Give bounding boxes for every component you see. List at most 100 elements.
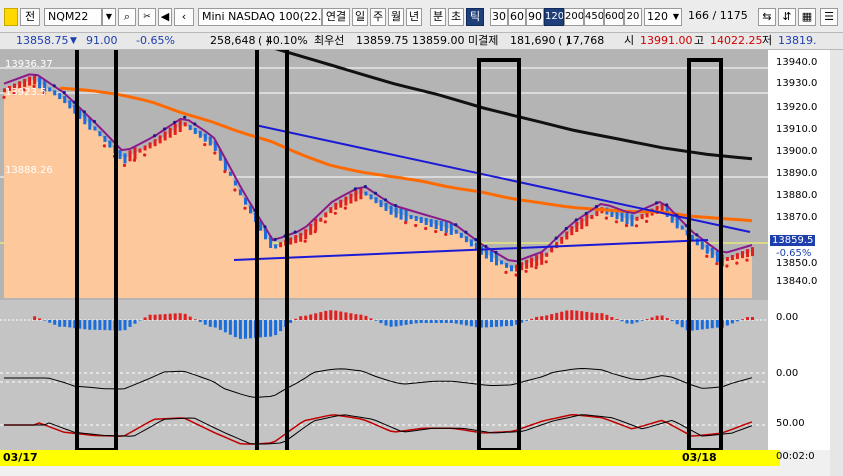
bar-count-total: 1175: [719, 9, 748, 22]
price-bar: [334, 202, 338, 210]
tab-button[interactable]: 전: [20, 8, 40, 26]
price-bar: [725, 257, 729, 261]
symbol-input[interactable]: NQM22: [44, 8, 102, 26]
price-bar: [118, 150, 122, 159]
macd-bar: [535, 316, 539, 320]
date-label: 03/18: [682, 451, 717, 464]
interval-600[interactable]: 600: [604, 8, 624, 26]
price-bar: [490, 251, 493, 262]
axis-label: 13910.0: [776, 124, 818, 135]
interval-20[interactable]: 20: [624, 8, 642, 26]
macd-bar: [359, 314, 363, 320]
macd-bar: [329, 310, 333, 320]
sar-dot: [394, 204, 398, 208]
axis-label: 13870.0: [776, 212, 818, 223]
price-bar: [680, 225, 684, 230]
price-bar: [746, 249, 749, 258]
interval-60[interactable]: 60: [508, 8, 526, 26]
macd-bar: [429, 320, 433, 323]
tab-year[interactable]: 년: [406, 8, 422, 26]
chart-area[interactable]: 13940.0 13930.0 13920.0 13910.0 13900.0 …: [0, 50, 843, 476]
date-label: 03/17: [3, 451, 38, 464]
price-bar: [459, 232, 463, 238]
sar-dot: [584, 211, 588, 215]
sar-dot: [92, 119, 96, 124]
high-price: 14022.25: [710, 34, 763, 47]
price-bar: [630, 214, 634, 227]
open-label: 시: [624, 34, 635, 47]
price-bar: [585, 214, 589, 227]
interval-120[interactable]: 120: [544, 8, 564, 26]
interval-450[interactable]: 450: [584, 8, 604, 26]
grid-icon[interactable]: ▦: [798, 8, 816, 26]
macd-bar: [138, 320, 142, 321]
tools-icon[interactable]: ✂: [138, 8, 156, 26]
price-bar: [183, 122, 187, 127]
price-bar: [63, 96, 67, 104]
interval-30[interactable]: 30: [490, 8, 508, 26]
tab-minute[interactable]: 분: [430, 8, 446, 26]
price-bar: [434, 220, 438, 229]
macd-bar: [389, 320, 393, 327]
tab-month[interactable]: 월: [388, 8, 404, 26]
symbol-dropdown-icon[interactable]: ▼: [102, 8, 116, 26]
axis-label: 13840.0: [776, 276, 818, 287]
sound-icon[interactable]: ◀: [158, 8, 172, 26]
search-icon[interactable]: ⌕: [118, 8, 136, 26]
price-bar: [695, 238, 699, 246]
macd-bar: [128, 320, 132, 327]
tab-week[interactable]: 주: [370, 8, 386, 26]
macd-bar: [374, 320, 378, 321]
macd-bar: [344, 312, 348, 320]
price-bar: [163, 131, 167, 141]
price-bar: [625, 213, 629, 224]
toolbar: 전 NQM22 ▼ ⌕ ✂ ◀ ‹ Mini NASDAQ 100(22.0 연…: [0, 0, 843, 33]
price-bar: [274, 244, 278, 249]
price-bar: [289, 237, 293, 245]
macd-bar: [394, 320, 398, 327]
macd-bar: [83, 320, 87, 330]
link-button[interactable]: 연결: [322, 8, 350, 26]
price-bar: [715, 251, 719, 263]
macd-bar: [294, 318, 298, 320]
sar-dot: [434, 229, 438, 234]
settings-icon[interactable]: ☰: [820, 8, 838, 26]
tab-second[interactable]: 초: [448, 8, 464, 26]
macd-bar: [178, 313, 182, 320]
interval-200[interactable]: 200: [564, 8, 584, 26]
arrows-icon[interactable]: ⇆: [758, 8, 776, 26]
sar-dot: [273, 237, 277, 242]
macd-bar: [655, 315, 659, 320]
link-indicator[interactable]: [4, 8, 18, 26]
sar-dot: [414, 223, 418, 228]
sar-dot: [102, 144, 106, 148]
macd-bar: [233, 320, 237, 338]
macd-bar: [223, 320, 227, 333]
price-bar: [751, 247, 754, 257]
price-bar: [635, 216, 639, 221]
open-interest: 181,690: [510, 34, 556, 47]
scale-icon[interactable]: ⇵: [778, 8, 796, 26]
macd-bar: [304, 315, 308, 320]
macd-bar: [615, 319, 619, 320]
tab-day[interactable]: 일: [352, 8, 368, 26]
macd-bar: [715, 320, 719, 328]
instrument-name: Mini NASDAQ 100(22.0: [198, 8, 322, 26]
sar-dot: [143, 153, 147, 157]
price-bar: [53, 90, 57, 96]
chevron-left-icon[interactable]: ‹: [174, 8, 194, 26]
price-bar: [304, 229, 308, 240]
macd-bar: [510, 320, 513, 326]
macd-bar: [635, 320, 639, 323]
macd-bar: [88, 320, 92, 330]
sar-dot: [333, 211, 337, 215]
price-bar: [409, 215, 413, 220]
interval-select[interactable]: 120 ▼: [644, 8, 682, 26]
macd-bar: [153, 314, 157, 320]
interval-90[interactable]: 90: [526, 8, 544, 26]
price-bar: [93, 126, 97, 131]
macd-bar: [364, 315, 368, 320]
tab-tick[interactable]: 틱: [466, 8, 484, 26]
macd-bar: [590, 312, 594, 320]
price-bar: [324, 212, 328, 218]
